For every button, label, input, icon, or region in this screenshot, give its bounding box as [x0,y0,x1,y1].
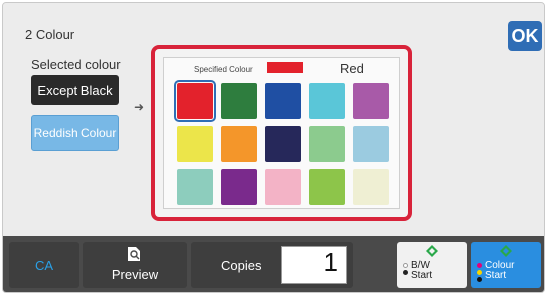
copies-control: Copies 1 [191,242,353,288]
colour-swatch[interactable] [221,169,257,205]
colour-palette-highlight: Specified Colour Red [151,45,412,221]
bw-indicator-dots [403,263,409,277]
colour-palette: Specified Colour Red [163,57,400,209]
colour-swatch[interactable] [353,83,389,119]
colour-swatch[interactable] [265,126,301,162]
colour-swatch[interactable] [177,169,213,205]
settings-panel: 2 Colour OK Selected colour Except Black… [3,3,544,236]
bw-start-label: B/W Start [411,260,433,281]
clear-all-button[interactable]: CA [9,242,79,288]
colour-swatch[interactable] [353,169,389,205]
colour-swatch[interactable] [353,126,389,162]
colour-swatch-grid [174,80,394,205]
specified-colour-label: Specified Colour [194,65,253,74]
preview-label: Preview [111,267,159,282]
arrow-right-icon: ➜ [134,100,145,114]
colour-start-button[interactable]: Colour Start [471,242,541,288]
colour-swatch[interactable] [221,126,257,162]
colour-swatch[interactable] [309,83,345,119]
ok-button[interactable]: OK [508,21,542,51]
colour-indicator-dots [477,263,483,284]
page-title: 2 Colour [25,27,75,42]
colour-swatch[interactable] [309,169,345,205]
colour-swatch[interactable] [177,126,213,162]
app-window: 2 Colour OK Selected colour Except Black… [2,2,545,293]
preview-icon [128,247,140,261]
specified-colour-swatch [267,62,303,73]
colour-swatch[interactable] [221,83,257,119]
colour-swatch[interactable] [265,83,301,119]
reddish-colour-button[interactable]: Reddish Colour [31,115,119,151]
bw-start-button[interactable]: B/W Start [397,242,467,288]
copies-input[interactable]: 1 [281,246,347,284]
start-diamond-icon [426,245,438,257]
start-diamond-icon [500,245,512,257]
copies-label: Copies [221,258,262,273]
preview-button[interactable]: Preview [83,242,187,288]
except-black-button[interactable]: Except Black [31,75,119,105]
colour-swatch[interactable] [309,126,345,162]
bottom-bar: CA Preview Copies 1 B/W Start Colour Sta… [3,236,544,292]
colour-swatch[interactable] [174,80,216,122]
selected-colour-label: Selected colour [31,57,121,72]
specified-colour-name: Red [340,61,364,76]
colour-swatch[interactable] [265,169,301,205]
colour-start-label: Colour Start [485,260,515,281]
